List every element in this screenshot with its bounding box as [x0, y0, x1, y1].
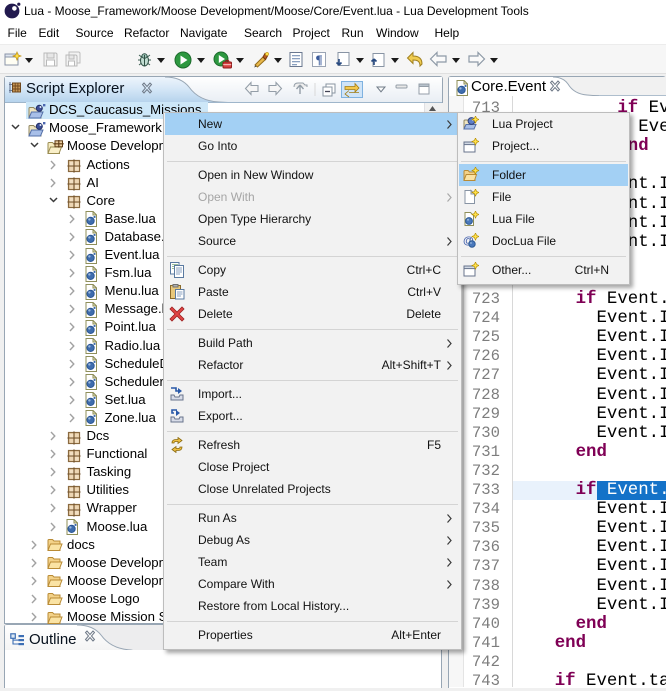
svg-text:¶: ¶	[315, 52, 322, 67]
